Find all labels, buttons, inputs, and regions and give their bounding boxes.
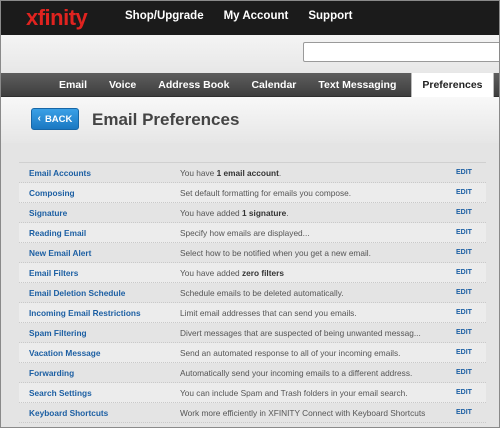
- tab-preferences[interactable]: Preferences: [411, 73, 494, 97]
- settings-rows: Email Accounts You have 1 email account. E…: [19, 163, 486, 423]
- tab-bar: Email Voice Address Book Calendar Text M…: [1, 73, 499, 97]
- edit-link[interactable]: EDIT: [456, 409, 486, 416]
- setting-row: Incoming Email Restrictions Limit email a…: [19, 303, 486, 323]
- title-bar: ‹ BACK Email Preferences: [1, 97, 499, 143]
- setting-description: Specify how emails are displayed...: [180, 228, 456, 238]
- setting-name-link[interactable]: Signature: [19, 208, 180, 218]
- tab-text-messaging[interactable]: Text Messaging: [307, 73, 407, 97]
- setting-description: Send an automated response to all of you…: [180, 348, 456, 358]
- setting-name-link[interactable]: Spam Filtering: [19, 328, 180, 338]
- settings-list: Email Accounts You have 1 email account. E…: [19, 162, 486, 423]
- setting-description: Divert messages that are suspected of be…: [180, 328, 456, 338]
- edit-link[interactable]: EDIT: [456, 229, 486, 236]
- setting-description: You can include Spam and Trash folders i…: [180, 388, 456, 398]
- search-input[interactable]: [303, 42, 499, 62]
- setting-description-suffix: .: [278, 167, 282, 178]
- setting-description-text: You have added: [180, 207, 242, 218]
- setting-description: Work more efficiently in XFINITY Connect…: [180, 408, 456, 418]
- setting-row: Reading Email Specify how emails are disp…: [19, 223, 486, 243]
- setting-row: Keyboard Shortcuts Work more efficiently …: [19, 403, 486, 423]
- setting-name-link[interactable]: Search Settings: [19, 388, 180, 398]
- setting-description: You have added zero filters: [180, 268, 456, 278]
- chevron-left-icon: ‹: [37, 113, 41, 124]
- top-header: xfinity Shop/Upgrade My Account Support: [1, 1, 499, 35]
- nav-my-account[interactable]: My Account: [224, 10, 289, 22]
- setting-description: Set default formatting for emails you co…: [180, 188, 456, 198]
- setting-description: Schedule emails to be deleted automatica…: [180, 288, 456, 298]
- setting-description-text: You have added: [180, 267, 242, 278]
- setting-name-link[interactable]: Keyboard Shortcuts: [19, 408, 180, 418]
- setting-row: Forwarding Automatically send your incomi…: [19, 363, 486, 383]
- edit-link[interactable]: EDIT: [456, 249, 486, 256]
- setting-description-text: Set default formatting for emails you co…: [180, 187, 352, 198]
- back-button[interactable]: ‹ BACK: [31, 108, 79, 130]
- edit-link[interactable]: EDIT: [456, 289, 486, 296]
- setting-name-link[interactable]: Composing: [19, 188, 180, 198]
- setting-description-text: Work more efficiently in XFINITY Connect…: [180, 407, 426, 418]
- setting-description-text: Automatically send your incoming emails …: [180, 367, 413, 378]
- setting-name-link[interactable]: Vacation Message: [19, 348, 180, 358]
- setting-name-link[interactable]: Incoming Email Restrictions: [19, 308, 180, 318]
- setting-row: Email Deletion Schedule Schedule emails t…: [19, 283, 486, 303]
- setting-description-suffix: .: [286, 207, 289, 218]
- setting-description-text: Limit email addresses that can send you …: [180, 307, 357, 318]
- setting-name-link[interactable]: Email Filters: [19, 268, 180, 278]
- setting-description-text: Send an automated response to all of you…: [180, 347, 401, 358]
- xfinity-logo[interactable]: xfinity: [26, 5, 88, 31]
- setting-row: Search Settings You can include Spam and …: [19, 383, 486, 403]
- setting-name-link[interactable]: Forwarding: [19, 368, 180, 378]
- setting-description-emphasis: 1 email account: [216, 167, 279, 178]
- setting-description: Limit email addresses that can send you …: [180, 308, 456, 318]
- edit-link[interactable]: EDIT: [456, 389, 486, 396]
- setting-description-text: You can include Spam and Trash folders i…: [180, 387, 408, 398]
- setting-description-text: Schedule emails to be deleted automatica…: [180, 287, 344, 298]
- back-button-label: BACK: [44, 113, 73, 125]
- setting-row: Email Accounts You have 1 email account. E…: [19, 163, 486, 183]
- setting-row: Email Filters You have added zero filters…: [19, 263, 486, 283]
- setting-description-emphasis: 1 signature: [241, 207, 287, 218]
- setting-name-link[interactable]: Email Deletion Schedule: [19, 288, 180, 298]
- top-nav: Shop/Upgrade My Account Support: [125, 10, 372, 22]
- edit-link[interactable]: EDIT: [456, 209, 486, 216]
- setting-description-text: You have: [180, 167, 217, 178]
- page-title: Email Preferences: [92, 110, 240, 129]
- setting-description-text: Specify how emails are displayed...: [180, 227, 310, 238]
- setting-description: You have 1 email account.: [180, 168, 456, 178]
- setting-name-link[interactable]: New Email Alert: [19, 248, 180, 258]
- setting-row: Composing Set default formatting for emai…: [19, 183, 486, 203]
- nav-support[interactable]: Support: [308, 10, 352, 22]
- setting-description: Select how to be notified when you get a…: [180, 248, 456, 258]
- edit-link[interactable]: EDIT: [456, 349, 486, 356]
- tab-address-book[interactable]: Address Book: [147, 73, 240, 97]
- setting-row: New Email Alert Select how to be notified…: [19, 243, 486, 263]
- nav-shop-upgrade[interactable]: Shop/Upgrade: [125, 10, 204, 22]
- search-strip: [1, 35, 499, 73]
- setting-row: Spam Filtering Divert messages that are s…: [19, 323, 486, 343]
- edit-link[interactable]: EDIT: [456, 189, 486, 196]
- edit-link[interactable]: EDIT: [456, 169, 486, 176]
- setting-row: Signature You have added 1 signature. EDIT: [19, 203, 486, 223]
- setting-description-text: Select how to be notified when you get a…: [180, 247, 371, 258]
- edit-link[interactable]: EDIT: [456, 309, 486, 316]
- tab-calendar[interactable]: Calendar: [240, 73, 307, 97]
- setting-name-link[interactable]: Email Accounts: [19, 168, 180, 178]
- edit-link[interactable]: EDIT: [456, 329, 486, 336]
- setting-description: You have added 1 signature.: [180, 208, 456, 218]
- setting-description: Automatically send your incoming emails …: [180, 368, 456, 378]
- setting-name-link[interactable]: Reading Email: [19, 228, 180, 238]
- tab-email[interactable]: Email: [48, 73, 98, 97]
- setting-description-text: Divert messages that are suspected of be…: [180, 327, 421, 338]
- setting-description-emphasis: zero filters: [241, 267, 284, 278]
- edit-link[interactable]: EDIT: [456, 369, 486, 376]
- tab-voice[interactable]: Voice: [98, 73, 147, 97]
- app-frame: xfinity Shop/Upgrade My Account Support …: [0, 0, 500, 428]
- setting-row: Vacation Message Send an automated respon…: [19, 343, 486, 363]
- tabs: Email Voice Address Book Calendar Text M…: [48, 73, 494, 97]
- edit-link[interactable]: EDIT: [456, 269, 486, 276]
